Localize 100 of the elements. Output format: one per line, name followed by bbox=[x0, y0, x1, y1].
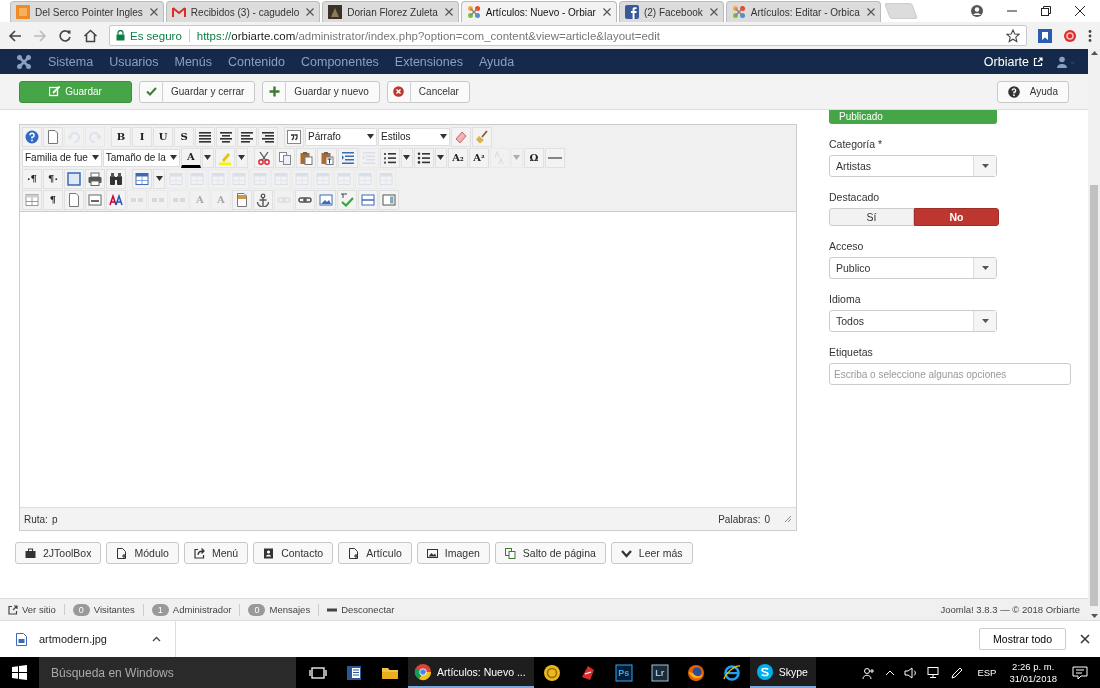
indent-button[interactable] bbox=[337, 147, 358, 168]
scrollbar[interactable] bbox=[1088, 49, 1100, 620]
close-icon[interactable] bbox=[1080, 634, 1090, 644]
restore-icon[interactable] bbox=[1040, 5, 1052, 17]
browser-tab[interactable]: (2) Facebook bbox=[618, 1, 724, 22]
format-dropdown[interactable]: Familia de fue bbox=[22, 148, 102, 167]
site-link[interactable]: Orbiarte bbox=[983, 54, 1029, 69]
insert-button[interactable]: Menú bbox=[183, 542, 249, 564]
close-icon[interactable] bbox=[602, 8, 611, 16]
back-icon[interactable] bbox=[8, 28, 22, 43]
menu-item[interactable]: Extensiones bbox=[394, 54, 463, 69]
format-dropdown[interactable]: Tamaño de la bbox=[102, 148, 180, 167]
logout-link[interactable]: Desconectar bbox=[341, 604, 395, 615]
format-button[interactable]: S bbox=[174, 126, 194, 147]
toolbar-button[interactable]: Cancelar bbox=[386, 80, 470, 103]
resize-handle-icon[interactable] bbox=[784, 515, 792, 523]
align-center-button[interactable] bbox=[216, 126, 236, 147]
menu-icon[interactable] bbox=[1088, 28, 1092, 43]
select-field[interactable]: Publico bbox=[829, 257, 997, 279]
dropdown-button[interactable] bbox=[400, 147, 413, 168]
table-button[interactable] bbox=[132, 168, 152, 189]
paste-button[interactable] bbox=[295, 147, 316, 168]
menu-item[interactable]: Menús bbox=[174, 54, 212, 69]
binoculars-button[interactable] bbox=[106, 168, 126, 189]
star-icon[interactable] bbox=[1006, 28, 1020, 43]
media-button[interactable] bbox=[85, 189, 105, 210]
insert-button[interactable]: Imagen bbox=[416, 542, 490, 564]
insert-button[interactable]: Módulo bbox=[106, 542, 179, 564]
scissors-button[interactable] bbox=[253, 147, 274, 168]
address-bar[interactable]: Es seguro https://orbiarte.com/administrator/index.php?option=com_content&view=article&layout=edit bbox=[109, 25, 1027, 46]
close-icon[interactable] bbox=[1074, 5, 1086, 17]
speaker-icon[interactable] bbox=[904, 665, 919, 680]
toolbar-button[interactable]: Guardar y cerrar bbox=[139, 80, 256, 103]
insert-button[interactable]: Contacto bbox=[253, 542, 334, 564]
toolbar-button[interactable]: Guardar y nuevo bbox=[262, 80, 380, 103]
image-button[interactable] bbox=[316, 189, 336, 210]
styles-button[interactable] bbox=[106, 189, 126, 210]
dropdown-button[interactable] bbox=[201, 147, 214, 168]
spellcheck-button[interactable] bbox=[337, 189, 357, 210]
format-button[interactable]: ·¶ bbox=[22, 168, 42, 189]
chevron-up-icon[interactable] bbox=[152, 636, 161, 642]
horizontal-rule-button[interactable] bbox=[544, 147, 565, 168]
profile-icon[interactable] bbox=[970, 4, 984, 18]
dropdown-button[interactable] bbox=[235, 147, 248, 168]
user-icon[interactable] bbox=[1057, 55, 1075, 68]
insert-button[interactable]: Artículo bbox=[338, 542, 412, 564]
taskbar-app-button[interactable]: Lr bbox=[641, 657, 678, 688]
menu-item[interactable]: Componentes bbox=[301, 54, 379, 69]
scroll-down-icon[interactable] bbox=[1090, 614, 1098, 618]
format-button[interactable]: B bbox=[111, 126, 131, 147]
align-justify-button[interactable] bbox=[195, 126, 215, 147]
people-icon[interactable] bbox=[862, 665, 877, 680]
taskbar-app-button[interactable]: Artículos: Nuevo ... bbox=[408, 657, 534, 688]
quote-button[interactable] bbox=[284, 126, 304, 147]
taskbar-app-button[interactable]: Skype bbox=[749, 657, 816, 688]
menu-item[interactable]: Ayuda bbox=[478, 54, 515, 69]
help-button[interactable]: Ayuda bbox=[996, 80, 1069, 103]
format-button[interactable]: ¶ bbox=[43, 189, 63, 210]
printer-button[interactable] bbox=[85, 168, 105, 189]
download-file-name[interactable]: artmodern.jpg bbox=[39, 633, 107, 645]
taskbar-search-field[interactable]: Búsqueda en Windows bbox=[39, 657, 296, 688]
format-dropdown[interactable]: Estilos bbox=[378, 127, 450, 146]
windows-logo-icon[interactable] bbox=[12, 665, 27, 680]
insert-button[interactable]: Salto de página bbox=[494, 542, 606, 564]
tags-field[interactable]: Escriba o seleccione algunas opciones bbox=[829, 363, 1071, 385]
extension-icon[interactable] bbox=[1063, 28, 1077, 43]
help-button[interactable] bbox=[22, 126, 42, 147]
view-site-link[interactable]: Ver sitio bbox=[22, 604, 56, 615]
browser-tab[interactable]: Artículos: Nuevo - Orbiar bbox=[460, 1, 617, 22]
menu-item[interactable]: Contenido bbox=[228, 54, 285, 69]
dropdown-button[interactable] bbox=[434, 147, 447, 168]
browser-tab[interactable]: Artículos: Editar - Orbica bbox=[725, 1, 881, 22]
align-left-button[interactable] bbox=[237, 126, 257, 147]
format-button[interactable]: ¶· bbox=[43, 168, 63, 189]
font-color-button[interactable]: A bbox=[180, 147, 201, 168]
reload-icon[interactable] bbox=[58, 28, 72, 43]
clock[interactable]: 2:26 p. m. 31/01/2018 bbox=[1009, 660, 1057, 685]
toggle-option[interactable]: No bbox=[914, 208, 999, 226]
layer-button[interactable] bbox=[358, 189, 378, 210]
format-button[interactable]: I bbox=[132, 126, 152, 147]
menu-item[interactable]: Sistema bbox=[48, 54, 94, 69]
bullet-list-button[interactable] bbox=[413, 147, 434, 168]
taskbar-app-button[interactable]: Ps bbox=[605, 657, 642, 688]
select-field[interactable]: Artistas bbox=[829, 155, 997, 177]
page-button[interactable] bbox=[64, 189, 84, 210]
fullscreen-button[interactable] bbox=[64, 168, 84, 189]
browser-tab[interactable]: Del Serco Pointer Ingles bbox=[10, 1, 164, 22]
network-icon[interactable] bbox=[927, 665, 942, 680]
toggle-option[interactable]: Sí bbox=[829, 208, 914, 226]
pen-icon[interactable] bbox=[950, 665, 965, 680]
insert-button[interactable]: 2JToolBox bbox=[15, 542, 102, 564]
format-button[interactable]: Ω bbox=[523, 147, 544, 168]
path-value[interactable]: p bbox=[51, 513, 58, 525]
browser-tab[interactable]: Dorian Florez Zuleta bbox=[322, 1, 459, 22]
language-indicator[interactable]: ESP bbox=[977, 667, 997, 678]
broom-button[interactable] bbox=[472, 126, 492, 147]
notifications-icon[interactable] bbox=[1072, 664, 1088, 681]
dropdown-button[interactable] bbox=[153, 168, 165, 189]
format-button[interactable]: U bbox=[153, 126, 173, 147]
home-icon[interactable] bbox=[83, 28, 98, 43]
